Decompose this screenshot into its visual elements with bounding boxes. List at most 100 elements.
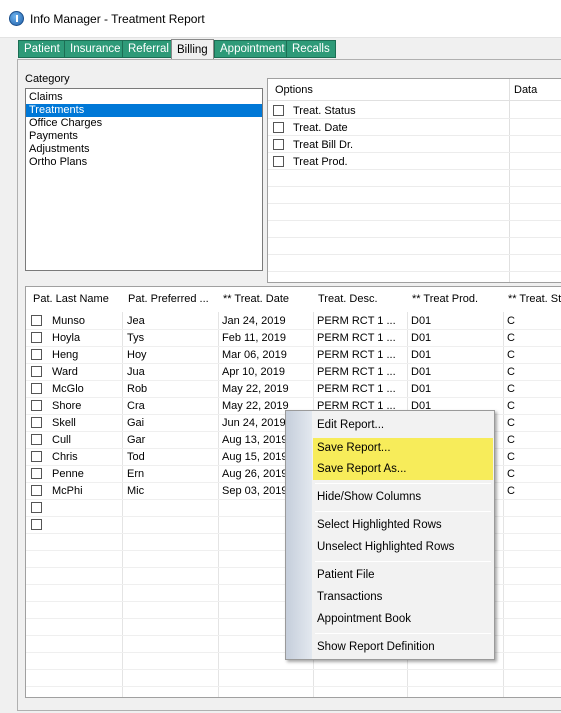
option-checkbox[interactable] <box>273 156 284 167</box>
option-row-empty <box>268 238 561 255</box>
menu-item-unselect-highlighted-rows[interactable]: Unselect Highlighted Rows <box>313 537 493 558</box>
tab-recalls[interactable]: Recalls <box>286 40 336 58</box>
options-panel: Options Data Treat. Status Treat. Date T… <box>267 78 561 283</box>
cell-preferred-name: Gai <box>127 417 145 429</box>
context-menu: Edit Report... Save Report... Save Repor… <box>285 410 495 660</box>
menu-item-select-highlighted-rows[interactable]: Select Highlighted Rows <box>313 515 493 536</box>
option-row: Treat Bill Dr. <box>268 136 561 153</box>
data-column-header[interactable]: Data <box>514 84 537 96</box>
menu-separator <box>315 633 491 634</box>
menu-item-patient-file[interactable]: Patient File <box>313 565 493 586</box>
cell-treat-status: C <box>507 451 515 463</box>
option-row-empty <box>268 170 561 187</box>
cell-preferred-name: Cra <box>127 400 145 412</box>
table-row[interactable]: Ward Jua Apr 10, 2019 PERM RCT 1 ... D01 C <box>26 364 561 381</box>
row-checkbox[interactable] <box>31 519 42 530</box>
grid-header: Pat. Last Name Pat. Preferred ... ** Tre… <box>26 287 561 312</box>
column-header-treat-prod[interactable]: ** Treat Prod. <box>412 293 478 305</box>
row-checkbox[interactable] <box>31 502 42 513</box>
cell-treat-status: C <box>507 315 515 327</box>
menu-item-show-report-definition[interactable]: Show Report Definition <box>313 637 493 658</box>
option-checkbox[interactable] <box>273 139 284 150</box>
cell-last-name: Cull <box>52 434 71 446</box>
row-checkbox[interactable] <box>31 451 42 462</box>
column-header-treat-date[interactable]: ** Treat. Date <box>223 293 289 305</box>
option-checkbox[interactable] <box>273 122 284 133</box>
tab-insurance[interactable]: Insurance <box>64 40 127 58</box>
column-header-last-name[interactable]: Pat. Last Name <box>33 293 109 305</box>
menu-item-appointment-book[interactable]: Appointment Book <box>313 609 493 630</box>
category-item-treatments[interactable]: Treatments <box>26 104 262 117</box>
cell-last-name: Penne <box>52 468 84 480</box>
table-row[interactable]: Heng Hoy Mar 06, 2019 PERM RCT 1 ... D01 C <box>26 347 561 364</box>
cell-treat-desc: PERM RCT 1 ... <box>317 383 396 395</box>
menu-item-edit-report[interactable]: Edit Report... <box>313 415 493 436</box>
option-label: Treat Prod. <box>293 156 348 168</box>
category-item-adjustments[interactable]: Adjustments <box>26 143 262 156</box>
cell-treat-date: Aug 13, 2019 <box>222 434 288 446</box>
cell-last-name: Munso <box>52 315 86 327</box>
category-item-ortho-plans[interactable]: Ortho Plans <box>26 156 262 169</box>
tab-referral[interactable]: Referral <box>122 40 175 58</box>
option-row: Treat. Date <box>268 119 561 136</box>
option-row: Treat Prod. <box>268 153 561 170</box>
row-checkbox[interactable] <box>31 383 42 394</box>
cell-treat-prod: D01 <box>411 366 432 378</box>
row-checkbox[interactable] <box>31 366 42 377</box>
row-checkbox[interactable] <box>31 434 42 445</box>
cell-treat-date: Aug 26, 2019 <box>222 468 288 480</box>
cell-treat-status: C <box>507 485 515 497</box>
category-list[interactable]: Claims Treatments Office Charges Payment… <box>25 88 263 271</box>
table-row[interactable]: McGlo Rob May 22, 2019 PERM RCT 1 ... D01 C <box>26 381 561 398</box>
options-header: Options Data <box>268 79 561 282</box>
cell-preferred-name: Jea <box>127 315 145 327</box>
cell-preferred-name: Rob <box>127 383 148 395</box>
cell-treat-desc: PERM RCT 1 ... <box>317 332 396 344</box>
menu-item-hide-show-columns[interactable]: Hide/Show Columns <box>313 487 493 508</box>
option-checkbox[interactable] <box>273 105 284 116</box>
tab-patient[interactable]: Patient <box>18 40 66 58</box>
window-title: Info Manager - Treatment Report <box>30 12 205 26</box>
category-item-payments[interactable]: Payments <box>26 130 262 143</box>
cell-treat-status: C <box>507 400 515 412</box>
cell-treat-status: C <box>507 468 515 480</box>
row-checkbox[interactable] <box>31 400 42 411</box>
table-row[interactable]: Munso Jea Jan 24, 2019 PERM RCT 1 ... D01 C <box>26 313 561 330</box>
column-header-treat-status[interactable]: ** Treat. St <box>508 293 561 305</box>
cell-preferred-name: Jua <box>127 366 145 378</box>
cell-preferred-name: Gar <box>127 434 146 446</box>
row-checkbox[interactable] <box>31 485 42 496</box>
cell-last-name: Skell <box>52 417 76 429</box>
cell-treat-date: May 22, 2019 <box>222 400 289 412</box>
category-item-claims[interactable]: Claims <box>26 91 262 104</box>
row-checkbox[interactable] <box>31 332 42 343</box>
option-row-empty <box>268 187 561 204</box>
tab-billing[interactable]: Billing <box>171 39 214 60</box>
option-label: Treat. Date <box>293 122 348 134</box>
cell-last-name: Heng <box>52 349 79 361</box>
column-header-treat-desc[interactable]: Treat. Desc. <box>318 293 378 305</box>
table-row[interactable]: Hoyla Tys Feb 11, 2019 PERM RCT 1 ... D01 C <box>26 330 561 347</box>
row-checkbox[interactable] <box>31 349 42 360</box>
tab-appointment[interactable]: Appointment <box>214 40 291 58</box>
option-row: Treat. Status <box>268 102 561 119</box>
option-row-empty <box>268 255 561 272</box>
column-header-preferred-name[interactable]: Pat. Preferred ... <box>128 293 209 305</box>
cell-treat-prod: D01 <box>411 349 432 361</box>
cell-treat-date: May 22, 2019 <box>222 383 289 395</box>
category-item-office-charges[interactable]: Office Charges <box>26 117 262 130</box>
table-row[interactable] <box>26 670 561 687</box>
cell-treat-desc: PERM RCT 1 ... <box>317 366 396 378</box>
row-checkbox[interactable] <box>31 315 42 326</box>
menu-item-transactions[interactable]: Transactions <box>313 587 493 608</box>
cell-treat-date: Apr 10, 2019 <box>222 366 285 378</box>
menu-item-save-report[interactable]: Save Report... <box>313 438 493 459</box>
menu-item-save-report-as[interactable]: Save Report As... <box>313 459 493 480</box>
cell-last-name: Hoyla <box>52 332 81 344</box>
row-checkbox[interactable] <box>31 417 42 428</box>
options-column-header[interactable]: Options <box>275 84 313 96</box>
row-checkbox[interactable] <box>31 468 42 479</box>
cell-last-name: Chris <box>52 451 78 463</box>
option-label: Treat. Status <box>293 105 356 117</box>
cell-treat-prod: D01 <box>411 383 432 395</box>
